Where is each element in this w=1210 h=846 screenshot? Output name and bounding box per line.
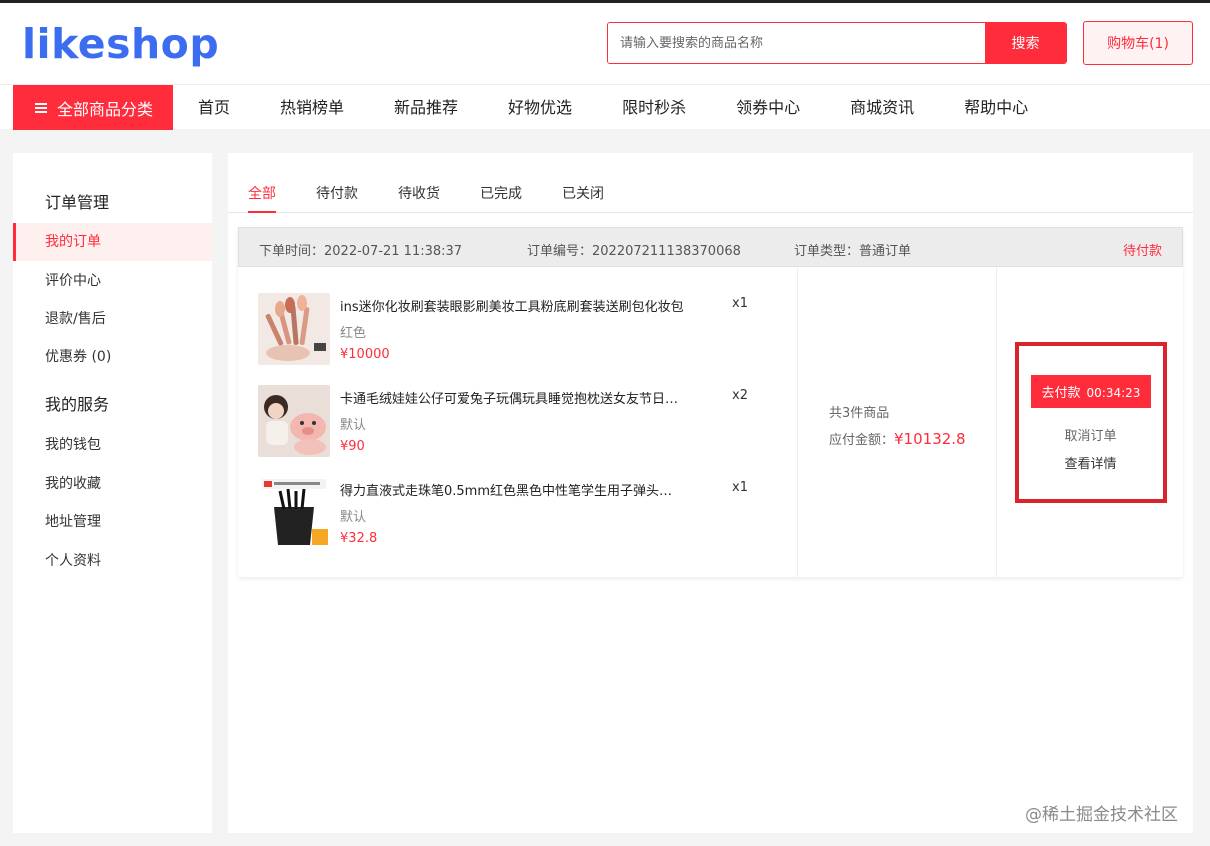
goods-item[interactable]: 卡通毛绒娃娃公仔可爱兔子玩偶玩具睡觉抱枕送女友节日礼物 默认 ¥90 x2 [258, 385, 778, 457]
navbar: 全部商品分类 首页 热销榜单 新品推荐 好物优选 限时秒杀 领券中心 商城资讯 … [0, 84, 1210, 130]
sidebar-group-services: 我的服务 [45, 395, 110, 414]
order-header: 下单时间：2022-07-21 11:38:37 订单编号：2022072111… [238, 227, 1183, 267]
goods-price: ¥90 [340, 439, 365, 454]
search-box: 搜索 [607, 22, 1067, 64]
pay-button[interactable]: 去付款 00:34:23 [1031, 375, 1151, 408]
countdown-timer: 00:34:23 [1086, 386, 1141, 400]
sidebar-item-coupons[interactable]: 优惠券 (0) [13, 338, 212, 376]
product-image-pens [258, 477, 330, 549]
order-type: 订单类型：普通订单 [794, 244, 912, 259]
nav-item-hot[interactable]: 热销榜单 [255, 85, 369, 130]
pay-button-label: 去付款 [1041, 386, 1081, 401]
payable-value: ¥10132.8 [894, 430, 966, 448]
goods-spec: 默认 [340, 418, 367, 433]
watermark: @稀土掘金技术社区 [1025, 805, 1178, 825]
product-image-plush [258, 385, 330, 457]
search-button[interactable]: 搜索 [985, 23, 1066, 63]
sidebar-item-my-orders[interactable]: 我的订单 [13, 223, 212, 261]
sidebar-item-favorites[interactable]: 我的收藏 [13, 465, 212, 503]
goods-spec: 默认 [340, 510, 367, 525]
goods-name[interactable]: ins迷你化妆刷套装眼影刷美妆工具粉底刷套装送刷包化妆包 [340, 296, 685, 315]
cancel-order-link[interactable]: 取消订单 [998, 425, 1183, 444]
goods-item[interactable]: ins迷你化妆刷套装眼影刷美妆工具粉底刷套装送刷包化妆包 红色 ¥10000 x… [258, 293, 778, 365]
order-tabs: 全部 待付款 待收货 已完成 已关闭 [228, 177, 1193, 213]
header: likeshop 搜索 购物车(1) [0, 3, 1210, 84]
nav-item-selected[interactable]: 好物优选 [483, 85, 597, 130]
tab-completed[interactable]: 已完成 [480, 183, 522, 213]
search-input[interactable] [608, 23, 985, 63]
goods-quantity: x2 [732, 388, 748, 403]
sidebar: 订单管理 我的订单 评价中心 退款/售后 优惠券 (0) 我的服务 我的钱包 我… [13, 153, 212, 833]
goods-name[interactable]: 得力直液式走珠笔0.5mm红色黑色中性笔学生用子弹头签字笔 [340, 480, 685, 499]
goods-name[interactable]: 卡通毛绒娃娃公仔可爱兔子玩偶玩具睡觉抱枕送女友节日礼物 [340, 388, 685, 407]
sidebar-item-profile[interactable]: 个人资料 [13, 542, 212, 580]
nav-item-home[interactable]: 首页 [173, 85, 255, 130]
view-details-link[interactable]: 查看详情 [998, 453, 1183, 472]
payable-label: 应付金额： [829, 433, 895, 448]
payable-amount: 应付金额：¥10132.8 [829, 429, 966, 448]
order-actions: 去付款 00:34:23 取消订单 查看详情 [998, 267, 1183, 577]
nav-item-news[interactable]: 商城资讯 [825, 85, 939, 130]
sidebar-item-wallet[interactable]: 我的钱包 [13, 426, 212, 464]
sidebar-group-orders: 订单管理 [45, 193, 110, 212]
product-image-brushes [258, 293, 330, 365]
goods-count: 共3件商品 [829, 406, 890, 421]
tab-pending-receipt[interactable]: 待收货 [398, 183, 440, 213]
nav-item-new[interactable]: 新品推荐 [369, 85, 483, 130]
nav-item-flash-sale[interactable]: 限时秒杀 [597, 85, 711, 130]
sidebar-item-refunds[interactable]: 退款/售后 [13, 300, 212, 338]
tab-closed[interactable]: 已关闭 [562, 183, 604, 213]
order-number: 订单编号：202207211138370068 [527, 244, 741, 259]
tab-pending-payment[interactable]: 待付款 [316, 183, 358, 213]
cart-button[interactable]: 购物车(1) [1083, 21, 1193, 65]
logo[interactable]: likeshop [22, 21, 219, 67]
sidebar-item-address[interactable]: 地址管理 [13, 503, 212, 541]
goods-item[interactable]: 得力直液式走珠笔0.5mm红色黑色中性笔学生用子弹头签字笔 默认 ¥32.8 x… [258, 477, 778, 549]
main-panel: 全部 待付款 待收货 已完成 已关闭 下单时间：2022-07-21 11:38… [228, 153, 1193, 833]
goods-price: ¥10000 [340, 347, 390, 362]
goods-spec: 红色 [340, 326, 367, 341]
nav-menu: 首页 热销榜单 新品推荐 好物优选 限时秒杀 领券中心 商城资讯 帮助中心 [173, 85, 1053, 130]
all-categories-button[interactable]: 全部商品分类 [13, 85, 173, 130]
nav-item-coupons[interactable]: 领券中心 [711, 85, 825, 130]
highlight-box [1015, 342, 1167, 503]
menu-icon [35, 101, 47, 115]
tab-all[interactable]: 全部 [248, 183, 276, 213]
all-categories-label: 全部商品分类 [57, 99, 154, 119]
order-summary: 共3件商品 应付金额：¥10132.8 [799, 267, 997, 577]
goods-list: ins迷你化妆刷套装眼影刷美妆工具粉底刷套装送刷包化妆包 红色 ¥10000 x… [238, 267, 798, 577]
goods-quantity: x1 [732, 296, 748, 311]
nav-item-help[interactable]: 帮助中心 [939, 85, 1053, 130]
order-card: 下单时间：2022-07-21 11:38:37 订单编号：2022072111… [238, 227, 1183, 577]
goods-price: ¥32.8 [340, 531, 378, 546]
sidebar-item-reviews[interactable]: 评价中心 [13, 262, 212, 300]
goods-quantity: x1 [732, 480, 748, 495]
order-time: 下单时间：2022-07-21 11:38:37 [259, 244, 463, 259]
order-status: 待付款 [1122, 244, 1162, 259]
